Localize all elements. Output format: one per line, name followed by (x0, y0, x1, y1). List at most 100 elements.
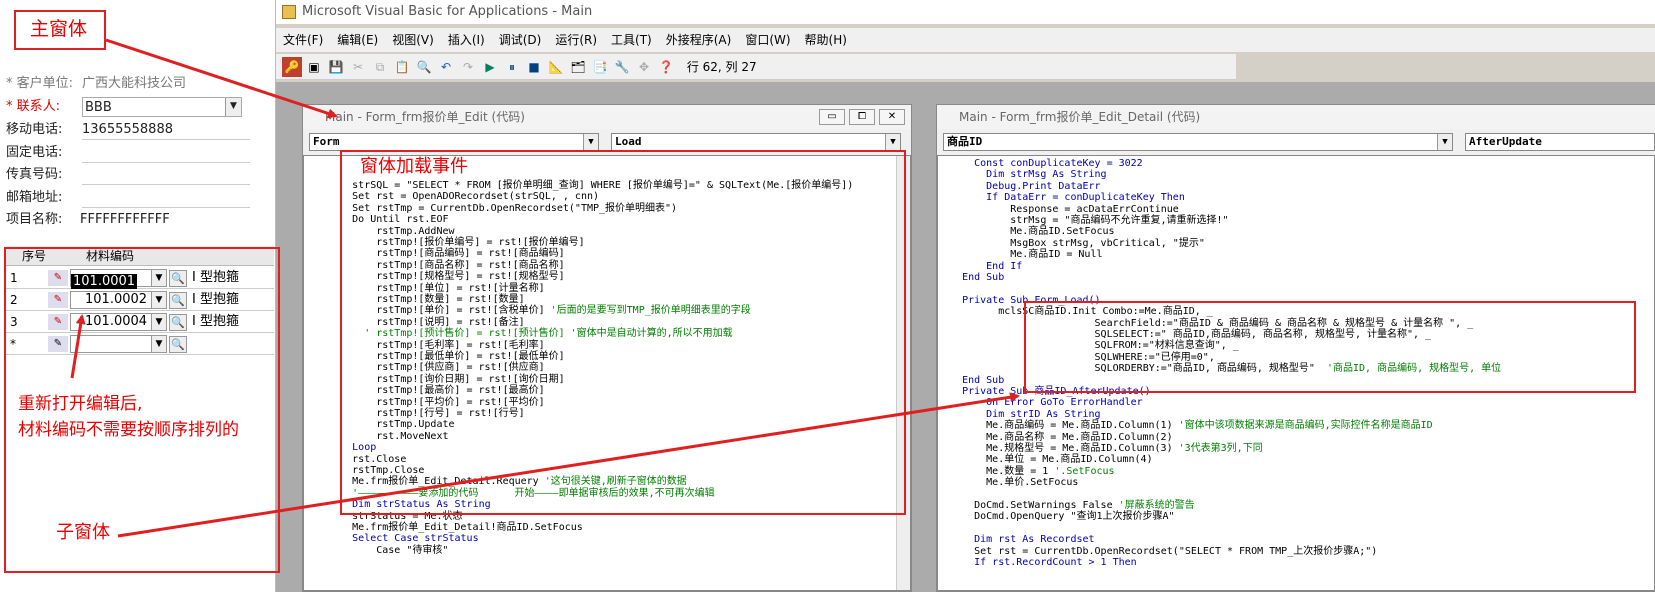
code-line[interactable]: MsgBox strMsg, vbCritical, "提示" (938, 238, 1205, 250)
help-icon[interactable]: ❓ (656, 57, 676, 77)
customer-field[interactable]: 广西大能科技公司 (82, 74, 250, 94)
access-view-icon[interactable]: 🔑 (282, 57, 302, 77)
code-line[interactable]: Dim rst As Recordset (938, 534, 1094, 546)
run-icon[interactable]: ▶ (480, 57, 500, 77)
cursor-position: 行 62, 列 27 (686, 60, 757, 74)
minimize-icon[interactable]: ▭ (819, 109, 845, 125)
code-line[interactable]: Dim strMsg As String (938, 169, 1106, 181)
find-icon[interactable]: 🔍 (414, 57, 434, 77)
email-field[interactable] (82, 188, 250, 208)
vba-title: Microsoft Visual Basic for Applications … (302, 4, 593, 19)
paste-icon[interactable]: 📋 (392, 57, 412, 77)
menu-bar: 文件(F) 编辑(E) 视图(V) 插入(I) 调试(D) 运行(R) 工具(T) 外接程序(… (276, 28, 1655, 52)
object-browser-icon[interactable]: 🔧 (612, 57, 632, 77)
undo-icon[interactable]: ↶ (436, 57, 456, 77)
code-line[interactable]: Me.单位 = Me.商品ID.Column(4) (938, 454, 1152, 466)
chevron-down-icon[interactable]: ▼ (225, 98, 241, 116)
chevron-down-icon[interactable]: ▼ (885, 134, 900, 150)
menu-window[interactable]: 窗口(W) (738, 28, 797, 52)
standard-toolbar: 🔑 ▣ 💾 ✂ ⧉ 📋 🔍 ↶ ↷ ▶ ⏸ ■ 📐 🗂 📑 🔧 ✥ ❓ 行 62, 列 27 (276, 54, 1236, 80)
annotation-note-line1: 重新打开编辑后, (18, 394, 143, 414)
phone-field[interactable] (82, 143, 250, 163)
design-mode-icon[interactable]: 📐 (546, 57, 566, 77)
vba-app-icon (282, 4, 296, 19)
code-line[interactable]: Me.商品ID.SetFocus (938, 226, 1114, 238)
project-row: 项目名称: FFFFFFFFFFFF (6, 210, 170, 230)
code-line[interactable]: Me.数量 = 1 '.SetFocus (938, 466, 1114, 478)
procedure-select[interactable]: Load ▼ (611, 133, 901, 151)
code-line[interactable]: Dim strID As String (938, 409, 1100, 421)
fax-row: 传真号码: (6, 165, 250, 185)
screenshot-root: * 客户单位: 广西大能科技公司 * 联系人: BBB ▼ 移动电话: 13655… (0, 0, 1655, 592)
fax-label: 传真号码: (6, 167, 63, 182)
procedure-select[interactable]: AfterUpdate (1465, 133, 1655, 151)
code-line[interactable]: Set rst = CurrentDb.OpenRecordset("SELEC… (938, 546, 1377, 558)
procedure-value: Load (615, 135, 642, 148)
mobile-row: 移动电话: 13655558888 (6, 120, 250, 140)
menu-insert[interactable]: 插入(I) (441, 28, 492, 52)
insert-module-icon[interactable]: ▣ (304, 57, 324, 77)
code-line[interactable]: Case "待审核" (304, 545, 448, 557)
object-select[interactable]: Form ▼ (309, 133, 599, 151)
object-value: 商品ID (947, 135, 983, 148)
redo-icon[interactable]: ↷ (458, 57, 478, 77)
chevron-down-icon[interactable]: ▼ (1437, 134, 1452, 150)
toolbox-icon[interactable]: ✥ (634, 57, 654, 77)
menu-run[interactable]: 运行(R) (548, 28, 604, 52)
email-row: 邮箱地址: (6, 188, 250, 208)
object-select[interactable]: 商品ID ▼ (943, 133, 1453, 151)
code-line[interactable]: End Sub (938, 272, 1004, 284)
project-field[interactable]: FFFFFFFFFFFF (80, 210, 248, 230)
chevron-down-icon[interactable]: ▼ (583, 134, 598, 150)
code-line[interactable]: Me.商品名称 = Me.商品ID.Column(2) (938, 432, 1172, 444)
code-line[interactable]: Me.frm报价单_Edit_Detail!商品ID.SetFocus (304, 522, 583, 534)
code-line[interactable]: End If (938, 261, 1022, 273)
copy-icon[interactable]: ⧉ (370, 57, 390, 77)
phone-label: 固定电话: (6, 145, 63, 160)
mobile-label: 移动电话: (6, 122, 63, 137)
annotation-subform: 子窗体 (56, 522, 110, 543)
project-label: 项目名称: (6, 212, 63, 227)
annotation-main-window: 主窗体 (30, 18, 88, 40)
stop-icon[interactable]: ■ (524, 57, 544, 77)
menu-debug[interactable]: 调试(D) (492, 28, 549, 52)
code-line[interactable]: On Error GoTo ErrorHandler (938, 397, 1143, 409)
code-line[interactable]: If DataErr = conDuplicateKey Then (938, 192, 1185, 204)
close-icon[interactable]: ✕ (879, 109, 905, 125)
menu-edit[interactable]: 编辑(E) (330, 28, 385, 52)
procedure-value: AfterUpdate (1469, 135, 1542, 148)
code-line[interactable]: Const conDuplicateKey = 3022 (938, 158, 1143, 170)
code-line[interactable]: Me.单价.SetFocus (938, 477, 1078, 489)
vba-titlebar: Microsoft Visual Basic for Applications … (276, 0, 1655, 24)
menu-help[interactable]: 帮助(H) (798, 28, 854, 52)
object-value: Form (313, 135, 340, 148)
mobile-field[interactable]: 13655558888 (82, 120, 250, 140)
contact-value: BBB (85, 100, 112, 115)
menu-file[interactable]: 文件(F) (276, 28, 330, 52)
code-line[interactable]: Debug.Print DataErr (938, 181, 1100, 193)
cut-icon[interactable]: ✂ (348, 57, 368, 77)
properties-icon[interactable]: 📑 (590, 57, 610, 77)
project-explorer-icon[interactable]: 🗂 (568, 57, 588, 77)
contact-combo[interactable]: BBB ▼ (82, 97, 242, 117)
phone-row: 固定电话: (6, 143, 250, 163)
code-line[interactable]: Response = acDataErrContinue (938, 204, 1179, 216)
save-icon[interactable]: 💾 (326, 57, 346, 77)
code-line[interactable]: Me.商品ID = Null (938, 249, 1102, 261)
pause-icon[interactable]: ⏸ (502, 57, 522, 77)
annotation-box-form-load (1024, 301, 1636, 393)
code-line[interactable]: Select Case strStatus (304, 533, 478, 545)
restore-icon[interactable]: ⧠ (849, 109, 875, 125)
fax-field[interactable] (82, 165, 250, 185)
code-line[interactable]: Me.商品编码 = Me.商品ID.Column(1) '窗体中该项数据来源是商… (938, 420, 1433, 432)
code-window-title: Main - Form_frm报价单_Edit_Detail (代码) (937, 105, 1655, 129)
contact-label: * 联系人: (6, 99, 61, 114)
menu-tools[interactable]: 工具(T) (604, 28, 659, 52)
menu-addins[interactable]: 外接程序(A) (659, 28, 739, 52)
menu-view[interactable]: 视图(V) (385, 28, 441, 52)
annotation-note-line2: 材料编码不需要按顺序排列的 (18, 420, 239, 440)
annotation-box-load-event (340, 150, 906, 515)
code-line[interactable]: DoCmd.OpenQuery "查询1上次报价步骤A" (938, 511, 1174, 523)
code-line[interactable]: End Sub (938, 375, 1004, 387)
code-line[interactable]: If rst.RecordCount > 1 Then (938, 557, 1137, 569)
